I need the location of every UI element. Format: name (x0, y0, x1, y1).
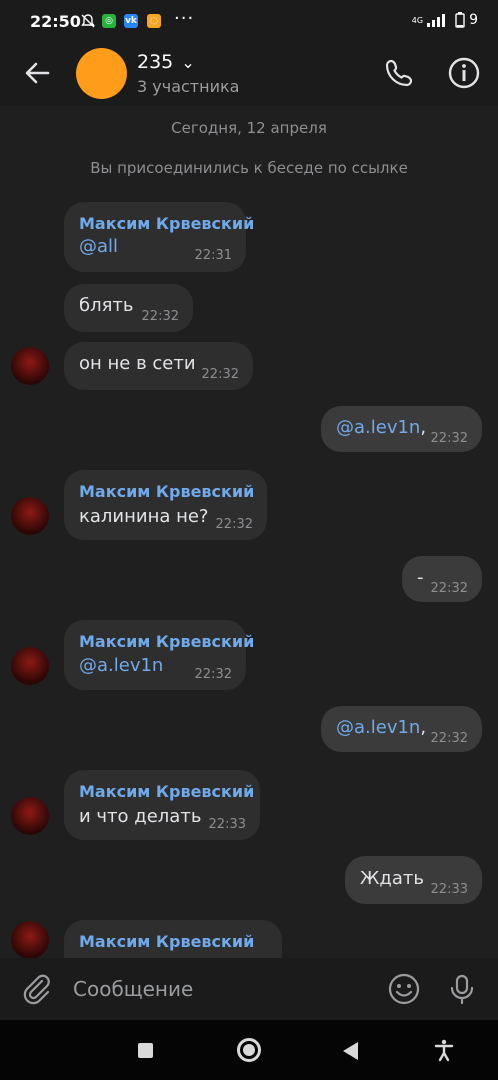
chat-header: 235 ⌄ 3 участника (0, 44, 498, 106)
message-time: 22:32 (430, 581, 468, 596)
message-time: 22:33 (208, 817, 246, 832)
message-mention[interactable]: @a.lev1n (336, 417, 420, 438)
message-text: - (417, 567, 424, 588)
message-text: блять (79, 295, 134, 316)
message-bubble-outgoing[interactable]: @a.lev1n, 22:32 (321, 706, 482, 752)
user-avatar[interactable] (11, 497, 49, 535)
user-avatar[interactable] (11, 921, 49, 958)
message-bubble-outgoing[interactable]: @a.lev1n, 22:32 (321, 406, 482, 452)
message-bubble[interactable]: блять 22:32 (64, 284, 193, 332)
message-suffix: , (420, 417, 427, 438)
date-separator: Сегодня, 12 апреля (171, 119, 327, 137)
message-bubble[interactable]: Максим Крвевский (64, 920, 282, 958)
back-button[interactable] (343, 1042, 358, 1060)
mute-bell-icon (81, 14, 95, 28)
battery-level: 9 (469, 12, 478, 28)
chat-title-text: 235 (137, 51, 174, 73)
message-time: 22:32 (201, 367, 239, 382)
message-time: 22:32 (141, 309, 179, 324)
message-composer: Сообщение (0, 958, 498, 1020)
message-text: @a.lev1n, (336, 717, 426, 738)
message-text[interactable]: @all (79, 236, 118, 257)
participants-count[interactable]: 3 участника (137, 77, 239, 96)
status-bar: 22:50 ◎ vk ◌ ··· 4G 9 (0, 0, 498, 44)
info-icon[interactable] (447, 56, 481, 90)
message-time: 22:32 (194, 667, 232, 682)
message-sender: Максим Крвевский (79, 482, 255, 501)
notification-app-icon: ◌ (147, 14, 161, 28)
signal-icon (427, 14, 446, 27)
smile-icon[interactable] (387, 972, 421, 1006)
paperclip-icon[interactable] (20, 972, 54, 1006)
message-time: 22:32 (215, 517, 253, 532)
whatsapp-icon: ◎ (102, 14, 116, 28)
message-time: 22:31 (194, 248, 232, 263)
recent-apps-button[interactable] (138, 1043, 153, 1058)
message-sender: Максим Крвевский (79, 932, 255, 951)
message-text: он не в сети (79, 353, 196, 374)
message-mention[interactable]: @a.lev1n (336, 717, 420, 738)
status-time: 22:50 (30, 12, 81, 31)
message-sender: Максим Крвевский (79, 214, 255, 233)
message-sender: Максим Крвевский (79, 782, 255, 801)
message-sender: Максим Крвевский (79, 632, 255, 651)
user-avatar[interactable] (11, 797, 49, 835)
message-time: 22:32 (430, 731, 468, 746)
message-bubble-outgoing[interactable]: - 22:32 (402, 556, 482, 602)
message-text: Ждать (360, 868, 424, 889)
system-message: Вы присоединились к беседе по ссылке (90, 159, 408, 177)
user-avatar[interactable] (11, 347, 49, 385)
chevron-down-icon: ⌄ (181, 53, 195, 72)
group-avatar[interactable] (76, 48, 127, 99)
message-time: 22:33 (430, 882, 468, 897)
message-bubble[interactable]: Максим Крвевский @a.lev1n 22:32 (64, 620, 254, 690)
system-navigation-bar (0, 1020, 498, 1080)
network-type-label: 4G (411, 15, 424, 25)
message-suffix: , (420, 717, 427, 738)
status-indicators: 4G 9 (412, 12, 478, 28)
accessibility-icon[interactable] (432, 1038, 456, 1062)
message-bubble[interactable]: он не в сети 22:32 (64, 342, 253, 390)
home-button[interactable] (237, 1038, 261, 1062)
vk-icon: vk (124, 14, 138, 28)
message-bubble-outgoing[interactable]: Ждать 22:33 (345, 856, 482, 904)
arrow-left-icon[interactable] (22, 58, 52, 88)
message-bubble[interactable]: Максим Крвевский @all 22:31 (64, 202, 254, 272)
message-text: и что делать (79, 806, 202, 827)
more-notifications-icon: ··· (174, 8, 195, 29)
message-time: 22:32 (430, 431, 468, 446)
phone-icon[interactable] (382, 56, 416, 90)
chat-title[interactable]: 235 ⌄ (137, 51, 195, 73)
user-avatar[interactable] (11, 647, 49, 685)
message-text: @a.lev1n, (336, 417, 426, 438)
message-bubble[interactable]: Максим Крвевский и что делать 22:33 (64, 770, 260, 840)
battery-icon (455, 12, 465, 28)
message-text: калинина не? (79, 506, 209, 527)
message-input[interactable]: Сообщение (73, 977, 193, 1001)
microphone-icon[interactable] (445, 972, 479, 1006)
message-text[interactable]: @a.lev1n (79, 655, 163, 676)
message-bubble[interactable]: Максим Крвевский калинина не? 22:32 (64, 470, 267, 540)
message-list[interactable]: Сегодня, 12 апреля Вы присоединились к б… (0, 106, 498, 958)
